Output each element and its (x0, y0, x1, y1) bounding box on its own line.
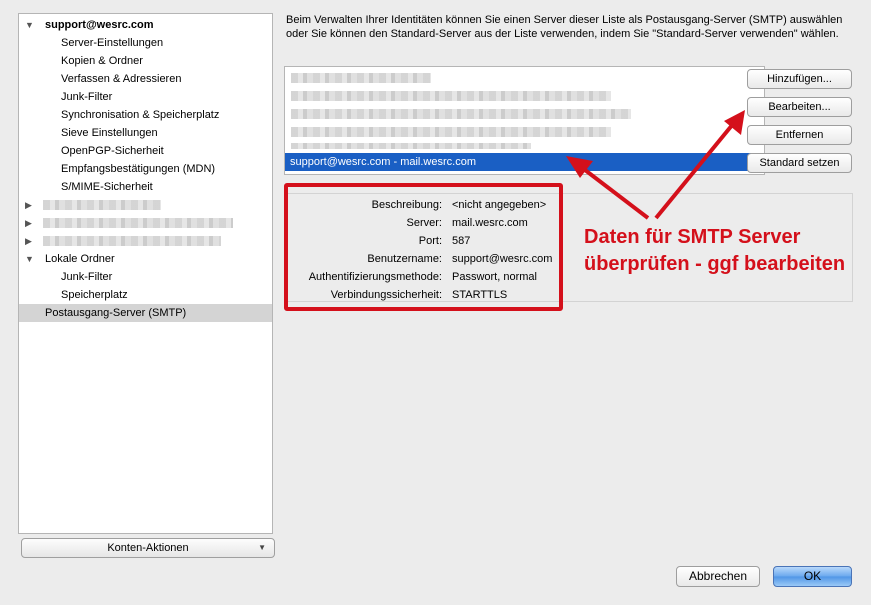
tree-item-label: Verfassen & Adressieren (61, 73, 182, 85)
server-list-item-blurred[interactable] (285, 87, 764, 105)
tree-item-label: support@wesrc.com (45, 19, 154, 31)
server-list-item-label: support@wesrc.com - mail.wesrc.com (290, 156, 476, 168)
remove-server-button[interactable]: Entfernen (747, 125, 852, 145)
blurred-label (43, 200, 161, 210)
tree-item[interactable]: Synchronisation & Speicherplatz (19, 106, 272, 124)
account-tree: ▼ support@wesrc.com Server-Einstellungen Ko… (18, 13, 273, 534)
server-list-item-selected[interactable]: support@wesrc.com - mail.wesrc.com (285, 153, 764, 171)
cancel-button[interactable]: Abbrechen (676, 566, 760, 587)
disclosure-expanded-icon[interactable]: ▼ (25, 250, 34, 268)
annotation-line-1: Daten für SMTP Server (584, 226, 801, 248)
add-server-button[interactable]: Hinzufügen... (747, 69, 852, 89)
smtp-description: Beim Verwalten Ihrer Identitäten können … (286, 14, 843, 40)
tree-item-label: OpenPGP-Sicherheit (61, 145, 164, 157)
tree-item[interactable]: ▼ Lokale Ordner (19, 250, 272, 268)
tree-item-label: Postausgang-Server (SMTP) (45, 307, 187, 319)
tree-item[interactable]: Junk-Filter (19, 88, 272, 106)
disclosure-expanded-icon[interactable]: ▼ (25, 16, 34, 34)
dropdown-arrow-icon: ▼ (258, 543, 266, 552)
annotation-text: Daten für SMTP Server überprüfen - ggf b… (584, 224, 845, 278)
disclosure-collapsed-icon[interactable]: ▶ (25, 232, 32, 250)
tree-item[interactable]: ▼ support@wesrc.com (19, 16, 272, 34)
tree-item[interactable]: Postausgang-Server (SMTP) (19, 304, 272, 322)
tree-item-label: Junk-Filter (61, 91, 113, 103)
disclosure-collapsed-icon[interactable]: ▶ (25, 196, 32, 214)
highlight-box (284, 183, 563, 311)
tree-item[interactable]: S/MIME-Sicherheit (19, 178, 272, 196)
ok-button[interactable]: OK (773, 566, 852, 587)
tree-item-blurred-account[interactable]: ▶ (19, 232, 272, 250)
account-actions-label: Konten-Aktionen (107, 542, 189, 554)
tree-item[interactable]: Verfassen & Adressieren (19, 70, 272, 88)
smtp-server-list[interactable]: support@wesrc.com - mail.wesrc.com (284, 66, 765, 175)
tree-item[interactable]: Empfangsbestätigungen (MDN) (19, 160, 272, 178)
tree-item[interactable]: OpenPGP-Sicherheit (19, 142, 272, 160)
disclosure-collapsed-icon[interactable]: ▶ (25, 214, 32, 232)
tree-item[interactable]: Speicherplatz (19, 286, 272, 304)
tree-item-blurred-account[interactable]: ▶ (19, 196, 272, 214)
tree-item-label: Server-Einstellungen (61, 37, 164, 49)
server-list-item-blurred[interactable] (285, 69, 764, 87)
tree-item-label: Lokale Ordner (45, 253, 115, 265)
account-actions-button[interactable]: Konten-Aktionen ▼ (21, 538, 275, 558)
tree-item-label: Speicherplatz (61, 289, 128, 301)
tree-item-label: Junk-Filter (61, 271, 113, 283)
set-default-button[interactable]: Standard setzen (747, 153, 852, 173)
tree-item-label: Kopien & Ordner (61, 55, 143, 67)
edit-server-button[interactable]: Bearbeiten... (747, 97, 852, 117)
tree-item[interactable]: Junk-Filter (19, 268, 272, 286)
blurred-label (43, 236, 221, 246)
tree-item-label: Empfangsbestätigungen (MDN) (61, 163, 216, 175)
tree-item[interactable]: Server-Einstellungen (19, 34, 272, 52)
tree-item[interactable]: Kopien & Ordner (19, 52, 272, 70)
tree-item-label: Synchronisation & Speicherplatz (61, 109, 220, 121)
blurred-label (43, 218, 233, 228)
annotation-line-2: überprüfen - ggf bearbeiten (584, 253, 846, 275)
tree-item-label: S/MIME-Sicherheit (61, 181, 153, 193)
tree-item-blurred-account[interactable]: ▶ (19, 214, 272, 232)
tree-item-label: Sieve Einstellungen (61, 127, 158, 139)
tree-item[interactable]: Sieve Einstellungen (19, 124, 272, 142)
server-list-item-blurred[interactable] (285, 105, 764, 123)
